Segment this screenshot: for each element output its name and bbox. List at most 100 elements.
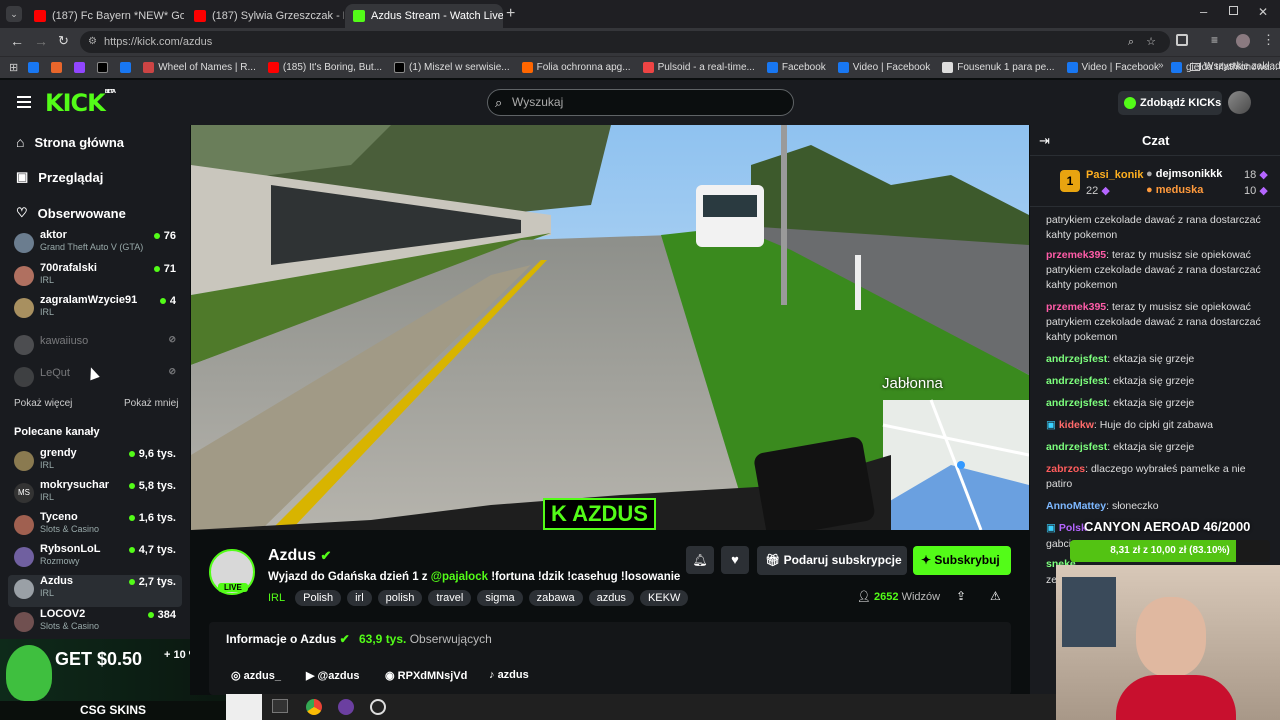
terminal-icon[interactable] (272, 699, 288, 713)
notification-bell-button[interactable]: 🔔︎ (686, 546, 714, 574)
category-link[interactable]: IRL (268, 592, 285, 604)
goal-progress-bar: 8,31 zł z 10,00 zł (83.10%) (1070, 540, 1270, 562)
leaderboard-user[interactable]: Pasi_konik (1086, 169, 1143, 181)
chat-message: zabrzos: dlaczego wybrałeś pamelke a nie… (1046, 463, 1246, 490)
tag[interactable]: sigma (477, 590, 523, 606)
recommended-channel[interactable]: LOCOV2 Slots & Casino 384 (14, 608, 182, 640)
chat-message: przemek395: teraz ty musisz sie opiekowa… (1046, 301, 1261, 343)
bookmark-icon-only[interactable] (51, 62, 63, 73)
url-field[interactable]: ⚙ https://kick.com/azdus ⌕ ☆ (80, 31, 1170, 53)
bookmark[interactable]: Folia ochronna apg... (521, 62, 631, 73)
back-icon[interactable]: ← (10, 33, 24, 49)
bookmark-icon-only[interactable] (74, 62, 86, 73)
nav-home[interactable]: ⌂ Strona główna (16, 134, 124, 150)
hamburger-menu-icon[interactable] (17, 96, 31, 108)
recommended-channel[interactable]: MS mokrysuchar IRL 5,8 tys. (14, 479, 182, 511)
social-link[interactable]: ◉ RPXdMNsjVd (385, 669, 467, 682)
collapse-chat-icon[interactable]: ⇥ (1039, 133, 1050, 149)
site-info-icon[interactable]: ⚙ (88, 31, 97, 53)
menu-icon[interactable]: ⋮ (1262, 32, 1275, 48)
bookmark-icon-only[interactable] (120, 62, 132, 73)
all-bookmarks[interactable]: Wszystkie zakładki (1190, 61, 1280, 72)
get-kicks-button[interactable]: Zdobądź KICKs (1118, 91, 1222, 115)
tab-title: (187) Fc Bayern *NEW* Goal so (52, 10, 184, 22)
followed-channel[interactable]: 700rafalski IRL 71 (14, 262, 182, 294)
tag[interactable]: zabawa (528, 590, 583, 606)
tag[interactable]: travel (428, 590, 472, 606)
bookmark[interactable]: Video | Facebook (1066, 62, 1159, 73)
show-more-link[interactable]: Pokaż więcej (14, 398, 72, 409)
follow-heart-button[interactable]: ♥ (721, 546, 749, 574)
bookmark[interactable]: Fousenuk 1 para pe... (942, 62, 1055, 73)
forward-icon[interactable]: → (34, 33, 48, 49)
recommended-channel[interactable]: grendy IRL 9,6 tys. (14, 447, 182, 479)
video-player[interactable]: Jabłonna K AZDUS (191, 125, 1029, 530)
bookmark[interactable]: Facebook (766, 62, 826, 73)
viewer-count: 👤︎ 2652 Widzów (857, 591, 941, 603)
minimize-icon[interactable]: – (1200, 4, 1207, 19)
maximize-icon[interactable] (1229, 6, 1238, 15)
mention-link[interactable]: @pajalock (431, 571, 488, 583)
new-tab-button[interactable]: + (506, 5, 515, 23)
zoom-icon[interactable]: ⌕ (1128, 31, 1134, 53)
leaderboard-user[interactable]: ● dejmsonikkk (1146, 168, 1222, 180)
recommended-channel-active[interactable]: Azdus IRL 2,7 tys. (8, 575, 182, 607)
bookmark[interactable]: Wheel of Names | R... (143, 62, 256, 73)
taskbar-app-icon[interactable] (338, 699, 354, 715)
channel-name[interactable]: Azdus ✔ (268, 547, 331, 565)
avatar: MS (14, 483, 34, 503)
report-icon[interactable]: ⚠ (990, 589, 1001, 603)
close-window-icon[interactable]: ✕ (1258, 5, 1268, 19)
followed-channel[interactable]: aktor Grand Theft Auto V (GTA) 76 (14, 229, 182, 261)
tab-search-button[interactable]: ⌄ (6, 6, 22, 22)
search-icon: ⌕ (495, 95, 503, 110)
tag[interactable]: Polish (295, 590, 342, 606)
browser-tab[interactable]: (187) Fc Bayern *NEW* Goal so ✕ (26, 4, 184, 28)
bookmark[interactable]: (1) Miszel w serwisie... (394, 62, 510, 73)
star-icon: ✦ (921, 553, 932, 567)
recommended-channel[interactable]: Tyceno Slots & Casino 1,6 tys. (14, 511, 182, 543)
followed-channel-offline[interactable]: LeQut ⊘ (14, 363, 182, 395)
show-less-link[interactable]: Pokaż mniej (124, 398, 178, 409)
apps-icon[interactable]: ⊞ (9, 61, 18, 74)
obs-icon[interactable] (370, 699, 386, 715)
site-header: KICKBETA ⌕ Wyszukaj Zdobądź KICKs (0, 80, 1280, 125)
tag[interactable]: irl (347, 590, 372, 606)
search-input[interactable]: ⌕ Wyszukaj (487, 89, 794, 116)
leaderboard-user[interactable]: ● meduska (1146, 184, 1203, 196)
tag[interactable]: polish (377, 590, 423, 606)
bookmark-star-icon[interactable]: ☆ (1146, 31, 1156, 53)
kicks-coin-icon (1124, 97, 1136, 109)
followed-channel-offline[interactable]: kawaiiuso ⊘ (14, 331, 182, 363)
share-icon[interactable]: ⇪ (956, 589, 966, 603)
reload-icon[interactable]: ↻ (58, 33, 69, 49)
social-link[interactable]: ◎ azdus_ (231, 669, 281, 682)
browser-tab[interactable]: (187) Sylwia Grzeszczak - Pozyc ✕ (186, 4, 344, 28)
extensions-icon[interactable] (1176, 34, 1188, 46)
more-bookmarks-icon[interactable]: » (1158, 60, 1164, 71)
social-link[interactable]: ▶ @azdus (306, 669, 359, 682)
bookmark-icon-only[interactable] (28, 62, 40, 73)
bookmark-icon-only[interactable] (97, 62, 109, 73)
offline-icon: ⊘ (168, 334, 176, 344)
browser-tab-active[interactable]: Azdus Stream - Watch Live on K ✕ (345, 4, 503, 28)
gift-subscription-button[interactable]: 🎁︎ Podaruj subskrypcje (757, 546, 907, 575)
stream-info: LIVE Azdus ✔ Wyjazd do Gdańska dzień 1 z… (190, 530, 1030, 695)
bookmark[interactable]: Video | Facebook (837, 62, 930, 73)
avatar (14, 266, 34, 286)
kick-logo[interactable]: KICKBETA (45, 89, 116, 117)
subscribe-button[interactable]: ✦ Subskrybuj (913, 546, 1011, 575)
tag[interactable]: azdus (588, 590, 634, 606)
nav-following[interactable]: ♡ Obserwowane (16, 205, 126, 221)
chrome-icon[interactable] (306, 699, 322, 715)
tag[interactable]: KEKW (639, 590, 689, 606)
bookmark[interactable]: (185) It's Boring, But... (267, 62, 382, 73)
social-link[interactable]: ♪ azdus (489, 669, 529, 681)
media-icon[interactable]: ≡ (1211, 33, 1218, 47)
profile-avatar[interactable] (1236, 34, 1250, 48)
user-avatar[interactable] (1228, 91, 1251, 114)
followed-channel[interactable]: zagralamWzycie91 IRL 4 (14, 294, 182, 326)
bookmark[interactable]: Pulsoid - a real-time... (642, 62, 755, 73)
nav-browse[interactable]: ▣ Przeglądaj (16, 169, 103, 185)
recommended-channel[interactable]: RybsonLoL Rozmowy 4,7 tys. (14, 543, 182, 575)
